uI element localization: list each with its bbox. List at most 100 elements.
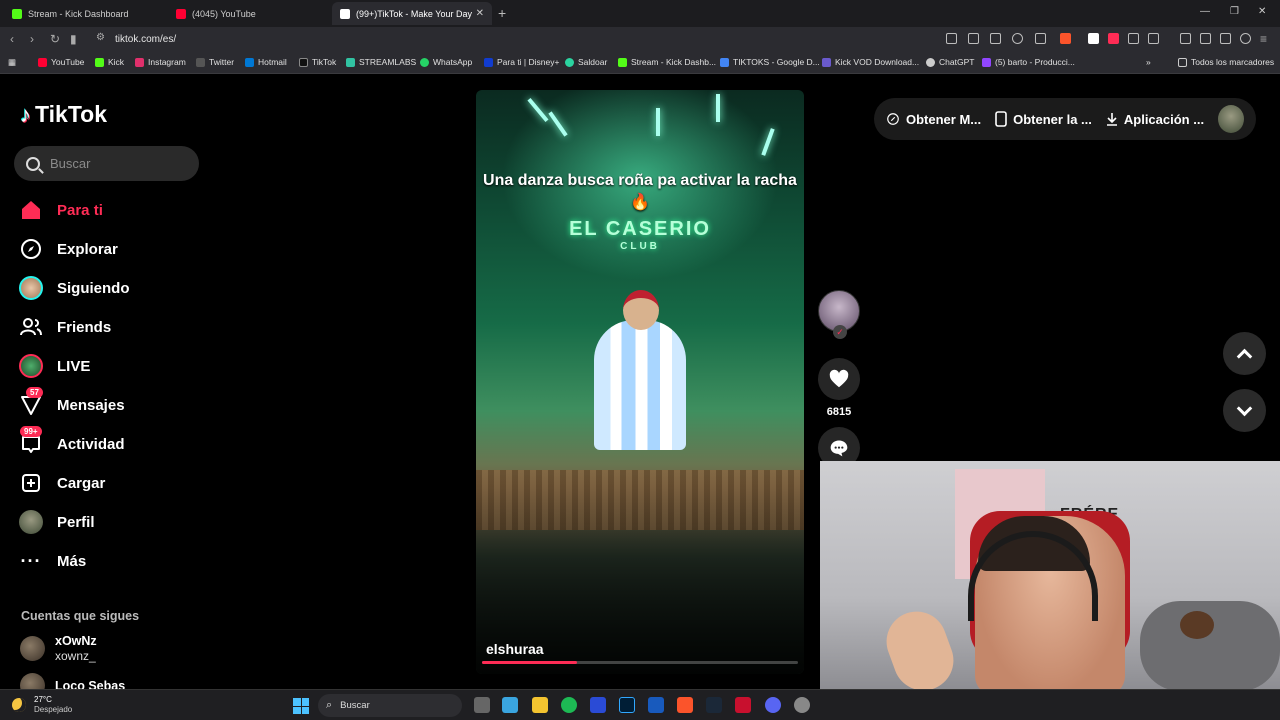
apps-grid-icon[interactable]: ▦	[8, 57, 16, 68]
bookmark-google-drive[interactable]: TIKTOKS - Google D...	[720, 57, 820, 67]
bookmark-twitter[interactable]: Twitter	[196, 57, 234, 67]
sidebar-item-mensajes[interactable]: 57 Mensajes	[18, 387, 125, 420]
leo-icon[interactable]	[1220, 33, 1231, 44]
wallet-icon[interactable]	[1200, 33, 1211, 44]
more-bookmarks-icon[interactable]: »	[1146, 57, 1151, 67]
extension-icon[interactable]	[946, 33, 957, 44]
tiktok-icon	[299, 57, 308, 67]
desktop-app-button[interactable]: Aplicación ...	[1106, 112, 1204, 127]
extension-icon[interactable]	[1108, 33, 1119, 44]
video-progress-bar[interactable]	[482, 661, 798, 664]
restore-icon[interactable]: ❐	[1230, 6, 1239, 17]
bookmark-disney[interactable]: Para ti | Disney+	[484, 57, 559, 67]
bookmark-streamlabs[interactable]: STREAMLABS	[346, 57, 416, 67]
close-window-icon[interactable]: ✕	[1258, 6, 1266, 17]
spotify-icon[interactable]	[561, 697, 577, 713]
creator-avatar[interactable]: ✓	[818, 290, 860, 339]
obs-icon[interactable]	[735, 697, 751, 713]
bookmark-saldoar[interactable]: Saldoar	[565, 57, 607, 67]
sidebar-item-mas[interactable]: ··· Más	[18, 546, 87, 576]
vegas-icon[interactable]	[590, 697, 606, 713]
previous-video-button[interactable]	[1223, 332, 1266, 375]
sidebar-item-label: Para ti	[57, 201, 103, 219]
music-icon[interactable]	[1180, 33, 1191, 44]
app-icon[interactable]	[794, 697, 810, 713]
tab-tiktok[interactable]: (99+)TikTok - Make Your Day ✕	[332, 2, 492, 25]
notepad-icon[interactable]	[502, 697, 518, 713]
menu-icon[interactable]: ≡	[1260, 32, 1267, 46]
google-drive-icon	[720, 57, 729, 67]
file-explorer-icon[interactable]	[532, 697, 548, 713]
site-settings-icon[interactable]: ⚙	[96, 32, 105, 43]
bookmark-twitch[interactable]: (5) barto - Producci...	[982, 57, 1075, 67]
photoshop-icon[interactable]	[619, 697, 635, 713]
tab-youtube[interactable]: (4045) YouTube	[168, 2, 330, 25]
search-input[interactable]: Buscar	[14, 146, 199, 181]
new-tab-button[interactable]: +	[498, 5, 506, 21]
moon-icon	[12, 698, 26, 712]
video-uploader[interactable]: elshuraa	[486, 641, 544, 657]
extension-icon[interactable]	[968, 33, 979, 44]
bookmark-instagram[interactable]: Instagram	[135, 57, 186, 67]
bookmark-chatgpt[interactable]: ChatGPT	[926, 57, 974, 67]
sidebar-item-label: Explorar	[57, 240, 118, 258]
sidebar-item-explorar[interactable]: Explorar	[18, 234, 118, 264]
sidebar-item-cargar[interactable]: Cargar	[18, 468, 105, 498]
bookmark-tiktok[interactable]: TikTok	[299, 57, 336, 67]
following-account[interactable]: xOwNz xownz_	[20, 633, 97, 663]
bookmark-hotmail[interactable]: Hotmail	[245, 57, 287, 67]
follow-check-icon[interactable]: ✓	[833, 325, 847, 339]
bookmark-youtube[interactable]: YouTube	[38, 57, 84, 67]
forward-icon[interactable]: ›	[30, 32, 34, 46]
instagram-icon	[135, 57, 144, 67]
close-tab-icon[interactable]: ✕	[476, 8, 484, 19]
bookmark-kick[interactable]: Kick	[95, 57, 124, 67]
like-button[interactable]	[818, 358, 860, 400]
taskbar-search[interactable]: ⌕ Buscar	[318, 694, 462, 717]
bookmark-kick-vod[interactable]: Kick VOD Download...	[822, 57, 919, 67]
discord-icon[interactable]	[765, 697, 781, 713]
minimize-icon[interactable]: —	[1200, 6, 1210, 17]
tab-kick[interactable]: Stream - Kick Dashboard	[4, 2, 166, 25]
user-avatar[interactable]	[1218, 105, 1244, 133]
all-bookmarks-folder[interactable]: Todos los marcadores	[1178, 57, 1274, 67]
extension-icon[interactable]	[1088, 33, 1099, 44]
hotmail-icon	[245, 57, 254, 67]
tiktok-logo[interactable]: ♪ TikTok	[20, 101, 107, 128]
sidebar-item-actividad[interactable]: 99+ Actividad	[18, 426, 125, 459]
zoom-icon[interactable]	[1012, 33, 1023, 44]
task-view-icon[interactable]	[474, 697, 490, 713]
button-label: Obtener M...	[906, 111, 982, 127]
vpn-icon[interactable]	[1240, 33, 1251, 44]
bookmark-kick-dashboard[interactable]: Stream - Kick Dashb...	[618, 57, 716, 67]
brave-shield-icon[interactable]	[1060, 33, 1071, 44]
top-right-actions: Obtener M... Obtener la ... Aplicación .…	[874, 98, 1256, 140]
start-button[interactable]	[293, 698, 309, 714]
back-icon[interactable]: ‹	[10, 32, 14, 46]
sidebar-item-para-ti[interactable]: Para ti	[18, 195, 103, 225]
weather-widget[interactable]: 27°C Despejado	[12, 695, 72, 715]
share-icon[interactable]	[1035, 33, 1046, 44]
bookmark-whatsapp[interactable]: WhatsApp	[420, 57, 472, 67]
sidebar-item-friends[interactable]: Friends	[18, 312, 111, 342]
sidebar-item-live[interactable]: LIVE	[18, 351, 90, 381]
next-video-button[interactable]	[1223, 389, 1266, 432]
sidebar-icon[interactable]	[1148, 33, 1159, 44]
bookmark-label: YouTube	[51, 57, 85, 67]
steam-icon[interactable]	[706, 697, 722, 713]
sidebar-item-siguiendo[interactable]: Siguiendo	[18, 273, 130, 303]
word-icon[interactable]	[648, 697, 664, 713]
bookmark-icon[interactable]: ▮	[70, 32, 77, 46]
brave-icon[interactable]	[677, 697, 693, 713]
taskbar-search-placeholder: Buscar	[340, 700, 370, 711]
sidebar-item-perfil[interactable]: Perfil	[18, 507, 95, 537]
chevron-down-icon	[1236, 400, 1253, 416]
translate-icon[interactable]	[990, 33, 1001, 44]
disney-icon	[484, 57, 493, 67]
extensions-icon[interactable]	[1128, 33, 1139, 44]
get-coins-button[interactable]: Obtener M...	[886, 112, 981, 127]
video-player[interactable]: Una danza busca roña pa activar la racha…	[476, 90, 804, 674]
get-app-button[interactable]: Obtener la ...	[995, 111, 1092, 127]
reload-icon[interactable]: ↻	[50, 32, 60, 46]
url-field[interactable]: tiktok.com/es/	[115, 34, 176, 45]
